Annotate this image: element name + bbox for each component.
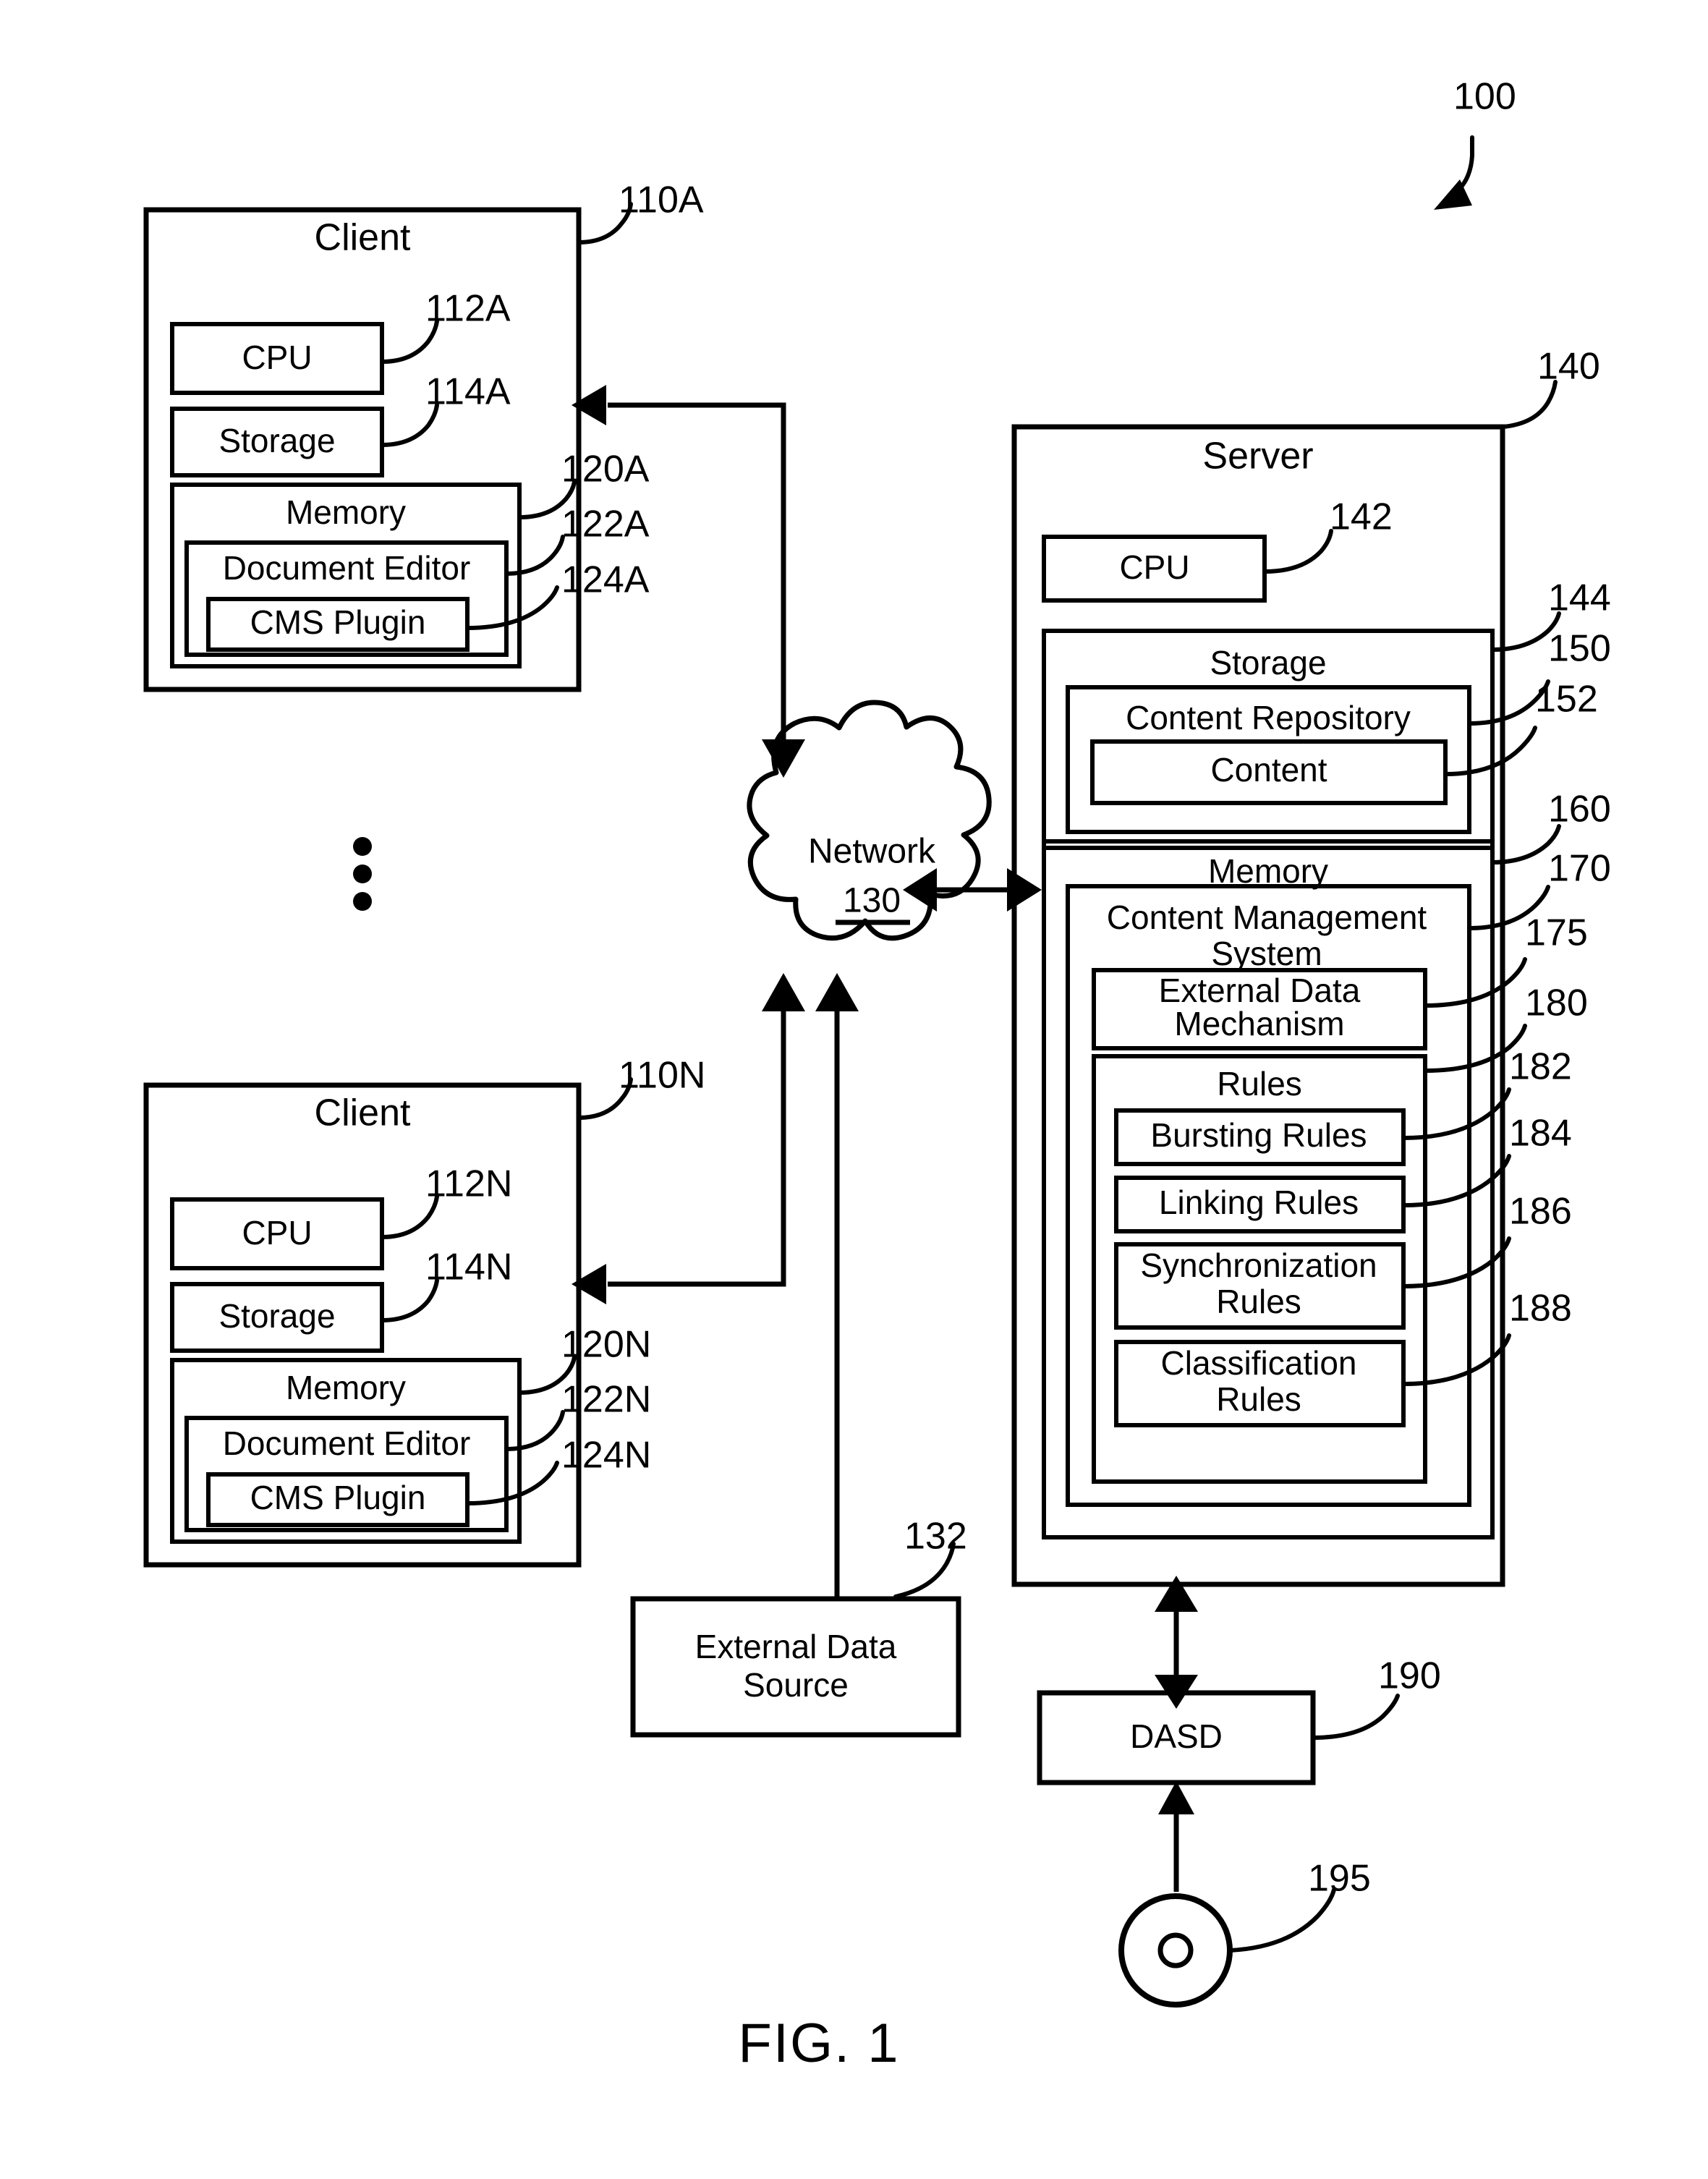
- content-repository-ref-label: 150: [1548, 628, 1611, 670]
- client-a-cmsplugin-ref-label: 124A: [561, 559, 650, 601]
- client-a-cmsplugin-label: CMS Plugin: [250, 603, 426, 641]
- classification-rules-ref-label: 188: [1509, 1288, 1572, 1330]
- content-label: Content: [1210, 751, 1327, 789]
- synchronization-rules-label-line2: Rules: [1216, 1283, 1301, 1320]
- rules-ref-label: 180: [1525, 982, 1588, 1024]
- client-n-ref-label: 110N: [619, 1055, 705, 1097]
- server-storage-label: Storage: [1210, 644, 1326, 681]
- dasd-ref-lead: [1311, 1694, 1400, 1740]
- client-a-title: Client: [315, 217, 411, 259]
- media-dasd-link: [1158, 1781, 1194, 1892]
- cms-label-line2: System: [1211, 935, 1322, 972]
- edm-label-line1: External Data: [1159, 972, 1361, 1009]
- server-cpu-ref-label: 142: [1330, 496, 1393, 538]
- client-n-cpu-ref-label: 112N: [425, 1163, 512, 1205]
- eds-label-line1: External Data: [695, 1628, 897, 1665]
- client-a-storage-label: Storage: [218, 422, 335, 459]
- clients-continuation-ellipsis: [353, 837, 372, 911]
- client-n-cpu-label: CPU: [242, 1214, 312, 1252]
- client-a-cmsplugin-ref-lead: [465, 585, 559, 630]
- patent-figure: 100 Client 110A CPU 112A Storage 114A Me…: [0, 0, 1708, 2179]
- client-a-doceditor-label: Document Editor: [223, 549, 471, 587]
- client-a-cpu-ref-label: 112A: [425, 288, 511, 330]
- client-n-network-link: [572, 973, 805, 1304]
- edm-ref-label: 175: [1525, 912, 1588, 954]
- client-a-ref-label: 110A: [619, 179, 704, 221]
- server-ref-label: 140: [1537, 346, 1600, 388]
- client-a-cpu-label: CPU: [242, 339, 312, 376]
- classification-rules-label-line1: Classification: [1161, 1344, 1357, 1382]
- synchronization-rules-ref-label: 186: [1509, 1191, 1572, 1233]
- client-n-memory-label: Memory: [286, 1369, 406, 1406]
- eds-network-link: [815, 973, 859, 1599]
- client-n-doceditor-ref-label: 122N: [561, 1379, 651, 1421]
- system-ref-label: 100: [1453, 76, 1516, 118]
- cms-label-line1: Content Management: [1107, 899, 1427, 936]
- client-a-memory-label: Memory: [286, 493, 406, 531]
- eds-ref-label: 132: [904, 1516, 967, 1558]
- content-ref-label: 152: [1535, 679, 1598, 721]
- bursting-rules-label: Bursting Rules: [1150, 1116, 1367, 1154]
- dasd-ref-label: 190: [1378, 1655, 1441, 1697]
- network-label: Network: [808, 833, 936, 871]
- client-n-title: Client: [315, 1092, 411, 1134]
- server-cpu-ref-lead: [1262, 529, 1333, 574]
- figure-canvas: 100 Client 110A CPU 112A Storage 114A Me…: [143, 76, 1611, 2074]
- storage-media-disk-icon: [1118, 1893, 1233, 2008]
- client-n-doceditor-label: Document Editor: [223, 1424, 471, 1462]
- client-n-cmsplugin-ref-lead: [465, 1461, 559, 1505]
- client-n-storage-label: Storage: [218, 1297, 335, 1335]
- figure-caption: FIG. 1: [738, 2013, 899, 2074]
- media-ref-label: 195: [1308, 1858, 1371, 1900]
- linking-rules-ref-label: 184: [1509, 1113, 1572, 1155]
- dasd-label: DASD: [1130, 1717, 1223, 1755]
- cms-ref-label: 170: [1548, 848, 1611, 890]
- server-cpu-label: CPU: [1119, 548, 1189, 586]
- client-n-cmsplugin-ref-label: 124N: [561, 1435, 651, 1477]
- client-n-memory-ref-label: 120N: [561, 1324, 651, 1366]
- server-storage-ref-label: 144: [1548, 577, 1611, 619]
- client-a-doceditor-ref-label: 122A: [561, 504, 650, 545]
- client-n-cmsplugin-label: CMS Plugin: [250, 1479, 426, 1516]
- server-title: Server: [1202, 436, 1313, 477]
- server-dasd-link: [1155, 1576, 1198, 1709]
- edm-label-line2: Mechanism: [1174, 1005, 1344, 1042]
- server-memory-ref-label: 160: [1548, 789, 1611, 831]
- network-ref-label: 130: [843, 882, 901, 920]
- eds-label-line2: Source: [743, 1666, 849, 1704]
- edm-ref-lead: [1423, 957, 1527, 1008]
- content-repository-label: Content Repository: [1126, 699, 1411, 736]
- system-ref-pointer: [1434, 135, 1474, 210]
- client-a-storage-ref-label: 114A: [425, 371, 511, 413]
- synchronization-rules-label-line1: Synchronization: [1140, 1246, 1377, 1284]
- client-n-storage-ref-label: 114N: [425, 1246, 512, 1288]
- client-a-memory-ref-label: 120A: [561, 449, 650, 490]
- classification-rules-label-line2: Rules: [1216, 1380, 1301, 1418]
- linking-rules-label: Linking Rules: [1159, 1184, 1359, 1221]
- client-n-doceditor-ref-lead: [504, 1410, 565, 1451]
- server-ref-lead: [1500, 380, 1558, 429]
- client-a-doceditor-ref-lead: [504, 535, 565, 576]
- bursting-rules-ref-label: 182: [1509, 1046, 1572, 1088]
- rules-label: Rules: [1217, 1065, 1302, 1103]
